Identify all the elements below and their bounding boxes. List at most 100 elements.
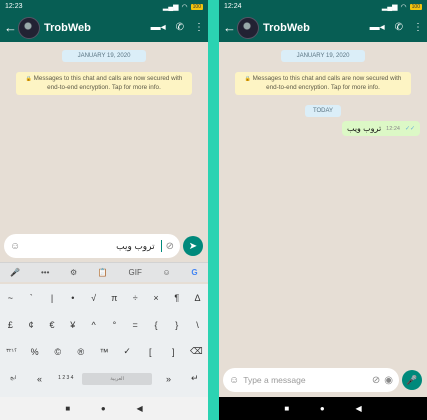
typed-text: تروب ويب (116, 240, 155, 251)
key[interactable]: = (125, 320, 145, 330)
letters-key[interactable]: ابج (3, 375, 23, 382)
key[interactable]: | (42, 293, 62, 303)
back-nav-icon[interactable]: ◀ (136, 404, 142, 413)
spacebar[interactable]: العربية (82, 372, 153, 385)
key[interactable]: ÷ (125, 293, 145, 303)
backspace-icon[interactable]: ⌫ (186, 346, 206, 357)
key[interactable]: • (63, 293, 83, 303)
video-call-icon[interactable]: ▬◂ (370, 22, 385, 33)
key[interactable]: ~ (0, 293, 20, 303)
message-input[interactable]: ☺ تروب ويب ⊘ (4, 234, 180, 258)
google-icon[interactable]: G (191, 268, 197, 277)
voice-record-button[interactable]: 🎤 (402, 370, 422, 390)
key[interactable]: × (146, 293, 166, 303)
message-input[interactable]: ☺ Type a message ⊘ ◉ (223, 368, 399, 392)
key[interactable]: » (158, 374, 178, 384)
key[interactable]: ¢ (21, 320, 41, 330)
key[interactable]: ¶ (167, 293, 187, 303)
key[interactable]: £ (0, 320, 20, 330)
phone-call-icon[interactable]: ✆ (395, 22, 403, 33)
date-label: JANUARY 19, 2020 (281, 50, 365, 62)
avatar[interactable] (18, 16, 40, 39)
chat-area: JANUARY 19, 2020 🔒 Messages to this chat… (0, 42, 208, 95)
key[interactable]: π (104, 293, 124, 303)
text-cursor (160, 240, 162, 252)
gif-button[interactable]: GIF (129, 268, 142, 277)
battery-icon: 100 (409, 3, 422, 10)
key[interactable]: Δ (188, 293, 208, 303)
camera-icon[interactable]: ◉ (384, 375, 393, 386)
phone-left: 12:23 ▂▄▆ ◠ 100 ← TrobWeb ▬◂ ✆ ⋮ JANUARY… (0, 0, 208, 420)
key[interactable]: \ (188, 320, 208, 330)
mic-icon: 🎤 (406, 374, 418, 385)
clipboard-icon[interactable]: 📋 (98, 268, 108, 277)
key[interactable]: ® (71, 347, 91, 357)
send-button[interactable]: ➤ (183, 236, 203, 256)
key[interactable]: ™ (94, 347, 114, 357)
read-ticks-icon: ✓✓ (404, 126, 415, 132)
today-label: TODAY (305, 105, 341, 117)
date-label: JANUARY 19, 2020 (62, 50, 146, 62)
encryption-notice[interactable]: 🔒 Messages to this chat and calls are no… (235, 72, 411, 95)
key[interactable]: ° (104, 320, 124, 330)
home-icon[interactable]: ● (101, 404, 106, 413)
composer: ☺ Type a message ⊘ ◉ 🎤 (223, 368, 423, 392)
lock-icon: 🔒 (244, 76, 251, 82)
mic-icon[interactable]: 🎤 (10, 268, 20, 277)
key[interactable]: ] (163, 347, 183, 357)
key[interactable]: € (42, 320, 62, 330)
settings-icon[interactable]: ⚙ (70, 268, 77, 277)
numpad-key[interactable]: 1 2 3 4 (56, 375, 76, 382)
key[interactable]: « (29, 374, 49, 384)
key[interactable]: √ (84, 293, 104, 303)
encryption-notice-text: Messages to this chat and calls are now … (33, 75, 183, 91)
enter-icon[interactable]: ↵ (185, 373, 205, 384)
key[interactable]: % (25, 347, 45, 357)
key[interactable]: { (146, 320, 166, 330)
sticker-icon[interactable]: ☺ (163, 268, 171, 277)
signal-icon: ▂▄▆ (162, 3, 179, 11)
key[interactable]: [ (140, 347, 160, 357)
key[interactable]: ` (21, 293, 41, 303)
battery-icon: 100 (190, 3, 203, 10)
menu-icon[interactable]: ⋮ (194, 22, 204, 33)
key[interactable]: ✓ (117, 346, 137, 357)
encryption-notice[interactable]: 🔒 Messages to this chat and calls are no… (16, 72, 192, 95)
back-nav-icon[interactable]: ◀ (355, 404, 361, 413)
phone-call-icon[interactable]: ✆ (176, 22, 184, 33)
avatar[interactable] (237, 16, 259, 39)
wifi-icon: ◠ (181, 3, 188, 11)
key[interactable]: } (167, 320, 187, 330)
back-arrow-icon[interactable]: ← (4, 20, 17, 35)
status-time: 12:24 (224, 3, 242, 10)
video-call-icon[interactable]: ▬◂ (151, 22, 166, 33)
recents-icon[interactable]: ■ (65, 404, 70, 413)
key[interactable]: ^ (84, 320, 104, 330)
contact-name[interactable]: TrobWeb (263, 22, 370, 34)
key[interactable]: © (48, 347, 68, 357)
recents-icon[interactable]: ■ (284, 404, 289, 413)
status-bar: 12:23 ▂▄▆ ◠ 100 (0, 0, 208, 13)
back-arrow-icon[interactable]: ← (223, 20, 236, 35)
contact-name[interactable]: TrobWeb (44, 22, 151, 34)
sent-message[interactable]: تروب ويب 12:24 ✓✓ (341, 121, 420, 136)
keyboard-row: £ ¢ € ¥ ^ ° = { } \ (0, 311, 208, 338)
key[interactable]: ¥ (63, 320, 83, 330)
phone-right: 12:24 ▂▄▆ ◠ 100 ← TrobWeb ▬◂ ✆ ⋮ JANUARY… (219, 0, 427, 420)
wifi-icon: ◠ (400, 3, 407, 11)
signal-icon: ▂▄▆ (381, 3, 398, 11)
attach-icon[interactable]: ⊘ (166, 241, 174, 252)
chat-header: ← TrobWeb ▬◂ ✆ ⋮ (219, 13, 427, 42)
emoji-icon[interactable]: ☺ (10, 241, 20, 252)
menu-icon[interactable]: ⋮ (413, 22, 423, 33)
keyboard-toolbar: 🎤 ••• ⚙ 📋 GIF ☺ G (0, 262, 208, 282)
numbers-key[interactable]: ؟٣٢١ (2, 348, 22, 355)
keyboard-row: ؟٣٢١ % © ® ™ ✓ [ ] ⌫ (0, 338, 208, 365)
lock-icon: 🔒 (25, 76, 32, 82)
send-icon: ➤ (188, 240, 198, 252)
more-icon[interactable]: ••• (41, 268, 49, 277)
attach-icon[interactable]: ⊘ (372, 375, 380, 386)
emoji-icon[interactable]: ☺ (229, 375, 239, 386)
nav-bar: ■ ● ◀ (0, 397, 208, 420)
home-icon[interactable]: ● (320, 404, 325, 413)
